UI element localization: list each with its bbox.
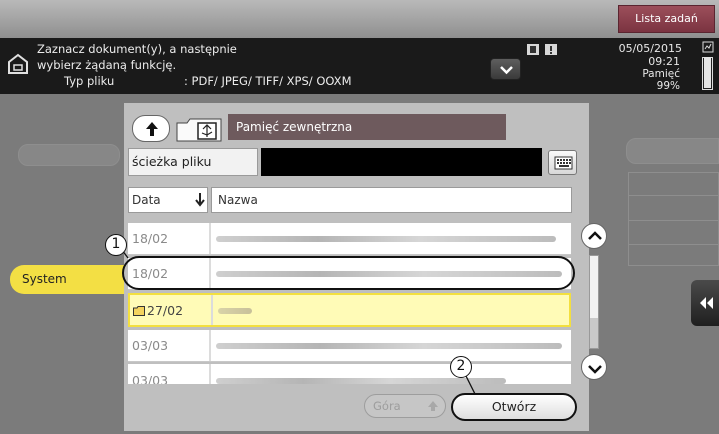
usb-folder-icon xyxy=(176,118,222,142)
top-bar xyxy=(0,0,719,38)
location-title: Pamięć zewnętrzna xyxy=(228,114,506,140)
column-separator xyxy=(209,223,211,254)
sort-down-arrow-icon xyxy=(195,193,205,207)
instruction-line-1: Zaznacz dokument(y), a następnie xyxy=(37,42,237,56)
expand-header-button[interactable] xyxy=(490,58,521,80)
up-arrow-icon xyxy=(428,401,438,411)
file-type-label: Typ pliku xyxy=(64,74,115,88)
time-display: 09:21 xyxy=(648,55,680,68)
file-date: 03/03 xyxy=(132,373,169,384)
divider xyxy=(628,220,719,221)
column-separator xyxy=(209,364,211,384)
file-date: 18/02 xyxy=(132,231,169,246)
file-row[interactable]: 03/03 xyxy=(128,330,571,362)
background-button-left xyxy=(18,144,120,166)
blurred-filename xyxy=(218,308,252,314)
document-icon xyxy=(8,53,28,74)
up-arrow-icon xyxy=(146,122,158,136)
file-date: 27/02 xyxy=(147,303,184,318)
memory-bar-fill xyxy=(704,57,711,88)
up-level-button[interactable]: Góra xyxy=(364,394,446,418)
up-level-label: Góra xyxy=(373,399,401,413)
status-icons xyxy=(527,44,557,55)
sort-name-label: Nazwa xyxy=(218,193,258,207)
folder-row-selected[interactable]: 27/02 xyxy=(128,293,571,327)
memory-bar xyxy=(702,57,713,90)
callout-highlight-row xyxy=(122,256,575,290)
folder-icon xyxy=(133,306,145,316)
column-separator xyxy=(211,295,213,325)
blurred-filename xyxy=(216,343,562,349)
chevron-down-icon xyxy=(588,365,602,374)
date-display: 05/05/2015 xyxy=(618,42,682,55)
open-button[interactable]: Otwórz xyxy=(451,393,577,421)
callout-number-2: 2 xyxy=(450,356,472,378)
callout-number-1: 1 xyxy=(105,234,127,256)
file-type-value: : PDF/ JPEG/ TIFF/ XPS/ OOXM xyxy=(184,74,352,88)
memory-label: Pamięć xyxy=(642,68,680,80)
chevron-down-icon xyxy=(500,66,513,75)
file-path-field[interactable] xyxy=(261,148,542,176)
scrollbar-thumb[interactable] xyxy=(590,256,598,318)
background-panel-right xyxy=(628,172,719,266)
keyboard-icon xyxy=(554,156,573,170)
keyboard-button[interactable] xyxy=(548,150,577,175)
parent-folder-button[interactable] xyxy=(132,115,170,142)
divider xyxy=(628,244,719,245)
divider xyxy=(628,195,719,196)
collapse-panel-button[interactable] xyxy=(691,280,719,326)
job-list-button[interactable]: Lista zadań xyxy=(618,5,715,33)
double-chevron-left-icon xyxy=(700,297,713,309)
background-button-right-1 xyxy=(626,138,719,164)
chevron-up-icon xyxy=(588,231,602,240)
scroll-down-button[interactable] xyxy=(581,354,607,380)
tab-system[interactable]: System xyxy=(10,265,135,294)
file-row[interactable]: 18/02 xyxy=(128,223,571,255)
header-panel: Zaznacz dokument(y), a następnie wybierz… xyxy=(0,38,719,94)
sort-by-name-button[interactable]: Nazwa xyxy=(211,187,572,213)
memory-card-icon xyxy=(702,41,714,53)
blurred-filename xyxy=(216,236,556,242)
file-path-label: ścieżka pliku xyxy=(128,148,258,176)
scrollbar-track[interactable] xyxy=(589,255,599,349)
scroll-up-button[interactable] xyxy=(581,223,607,249)
column-separator xyxy=(209,330,211,361)
file-date: 03/03 xyxy=(132,338,169,353)
file-row[interactable]: 03/03 xyxy=(128,364,571,384)
memory-percent: 99% xyxy=(656,80,680,92)
sort-date-label: Data xyxy=(132,193,161,207)
instruction-line-2: wybierz żądaną funkcję. xyxy=(37,58,177,72)
